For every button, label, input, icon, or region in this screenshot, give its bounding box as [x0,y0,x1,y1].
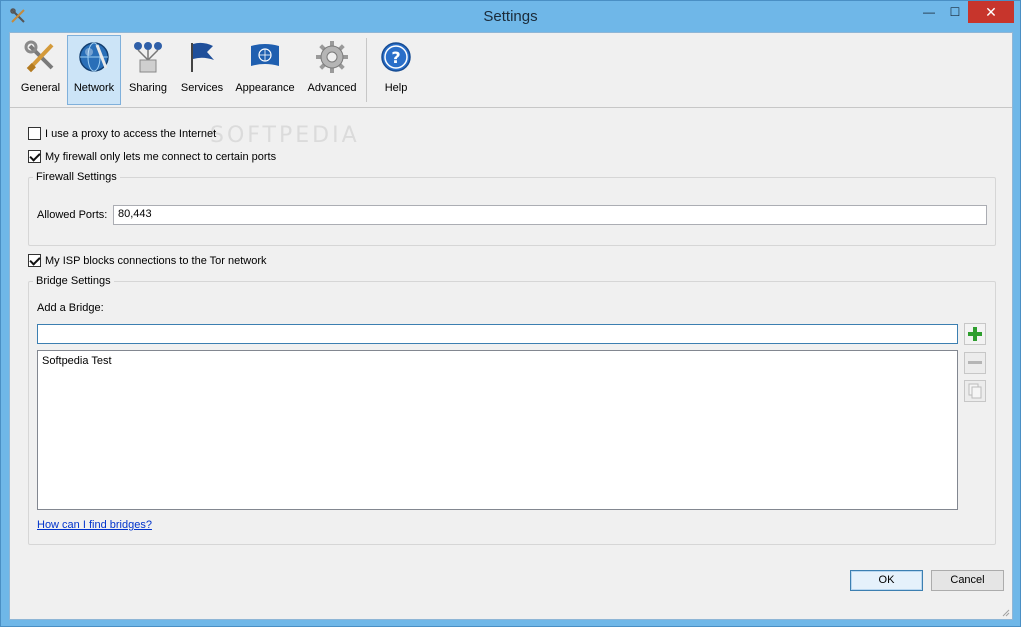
tab-appearance[interactable]: Appearance [232,35,298,105]
sharing-icon [134,42,162,73]
window-title: Settings [483,8,538,25]
cancel-button[interactable]: Cancel [931,570,1004,591]
tab-sharing-label: Sharing [129,82,167,94]
firewall-checkbox[interactable] [28,150,41,163]
tools-icon [24,40,53,73]
maximize-button[interactable]: ☐ [942,1,968,23]
tab-network[interactable]: Network [67,35,121,105]
tab-general[interactable]: General [14,35,67,105]
settings-toolbar: General Network Sharing Services Appeara… [10,33,1012,108]
help-icon: ? [381,42,411,72]
flag-icon [191,42,214,72]
tab-sharing[interactable]: Sharing [122,35,174,105]
softpedia-watermark: SOFTPEDIA [210,123,360,148]
resize-grip-icon[interactable] [1000,607,1010,617]
add-bridge-button[interactable] [964,323,986,345]
allowed-ports-input[interactable]: 80,443 [113,205,987,225]
plus-icon [968,327,982,341]
minus-icon [968,361,982,364]
proxy-checkbox[interactable] [28,127,41,140]
copy-icon [968,383,982,399]
network-globe-icon [79,42,109,72]
proxy-label: I use a proxy to access the Internet [45,128,217,140]
tab-help-label: Help [384,82,408,94]
isp-blocks-checkbox[interactable] [28,254,41,267]
firewall-label: My firewall only lets me connect to cert… [45,151,277,163]
allowed-ports-label: Allowed Ports: [37,209,108,221]
tab-help[interactable]: ? Help [372,35,420,105]
remove-bridge-button[interactable] [964,352,986,374]
bridge-settings-title: Bridge Settings [33,275,114,287]
isp-blocks-label: My ISP blocks connections to the Tor net… [45,255,267,267]
tab-services-label: Services [180,82,224,94]
toolbar-separator [366,38,367,102]
settings-window: Settings — ☐ ✕ General Network Sharing S… [0,0,1021,627]
add-bridge-input[interactable] [37,324,958,344]
firewall-settings-title: Firewall Settings [33,171,120,183]
ok-button[interactable]: OK [850,570,923,591]
close-button[interactable]: ✕ [968,1,1014,23]
bridge-list[interactable]: Softpedia Test [37,350,958,510]
svg-text:?: ? [391,48,400,67]
tab-network-label: Network [73,82,115,94]
tab-advanced[interactable]: Advanced [304,35,360,105]
un-flag-icon [251,44,279,66]
title-bar: Settings — ☐ ✕ [1,1,1020,32]
tab-services[interactable]: Services [176,35,228,105]
find-bridges-link[interactable]: How can I find bridges? [37,519,152,531]
copy-bridges-button[interactable] [964,380,986,402]
bridge-list-item[interactable]: Softpedia Test [42,355,112,367]
add-bridge-label: Add a Bridge: [37,302,104,314]
settings-client-area: General Network Sharing Services Appeara… [9,32,1013,620]
gear-icon [316,41,348,73]
tab-advanced-label: Advanced [307,82,357,94]
tab-general-label: General [20,82,61,94]
tab-appearance-label: Appearance [235,82,295,94]
minimize-button[interactable]: — [916,1,942,23]
